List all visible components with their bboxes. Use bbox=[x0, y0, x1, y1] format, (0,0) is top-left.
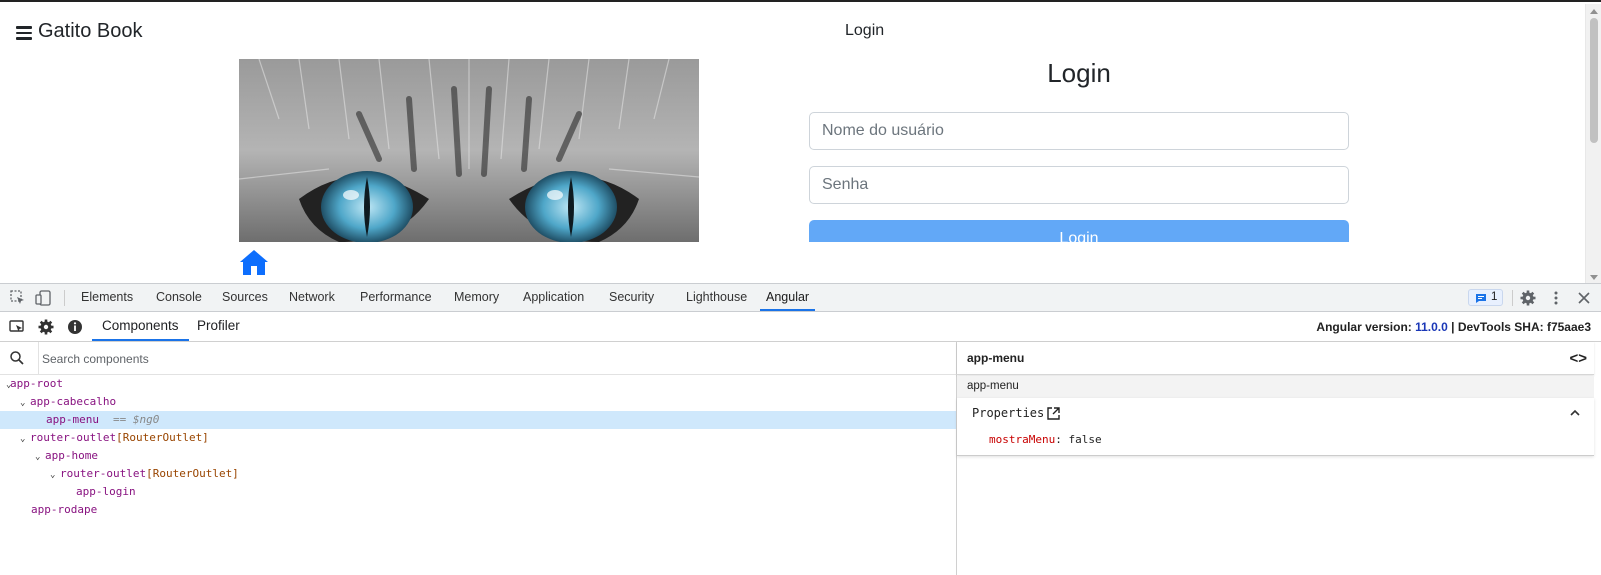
device-toolbar-icon[interactable] bbox=[35, 289, 53, 307]
angular-toolbar: Components Profiler Angular version: 11.… bbox=[0, 312, 1601, 342]
version-number: 11.0.0 bbox=[1415, 320, 1448, 334]
angular-settings-icon[interactable] bbox=[37, 318, 55, 336]
devtools-tabbar: Elements Console Sources Network Perform… bbox=[0, 284, 1601, 312]
expand-caret-icon[interactable]: ⌄ bbox=[50, 466, 60, 484]
home-icon-link[interactable] bbox=[239, 248, 269, 276]
tree-node-app-menu[interactable]: app-menu == $ng0 bbox=[0, 411, 956, 429]
expand-caret-icon[interactable]: ⌄ bbox=[20, 394, 30, 412]
node-name: app-rodape bbox=[31, 503, 98, 516]
scrollbar-thumb[interactable] bbox=[1590, 18, 1598, 143]
property-key: mostraMenu bbox=[989, 433, 1056, 446]
open-in-new-icon[interactable] bbox=[1046, 406, 1061, 421]
issues-badge[interactable]: 1 bbox=[1468, 289, 1503, 306]
issues-count: 1 bbox=[1491, 291, 1498, 303]
tab-sources[interactable]: Sources bbox=[216, 284, 274, 311]
node-directive: [RouterOutlet] bbox=[116, 431, 209, 444]
inspect-element-icon[interactable] bbox=[9, 289, 27, 307]
search-divider bbox=[38, 342, 39, 375]
tree-node-app-rodape[interactable]: app-rodape bbox=[0, 501, 956, 519]
property-row[interactable]: mostraMenu: false bbox=[989, 433, 1102, 446]
collapse-chevron-icon[interactable] bbox=[1568, 406, 1582, 420]
info-icon[interactable] bbox=[66, 318, 84, 336]
tab-elements[interactable]: Elements bbox=[75, 284, 139, 311]
component-search-bar bbox=[0, 342, 957, 375]
message-icon bbox=[1476, 294, 1486, 303]
expand-caret-icon[interactable]: ⌄ bbox=[20, 430, 30, 448]
password-input[interactable] bbox=[809, 166, 1349, 204]
tab-memory[interactable]: Memory bbox=[448, 284, 505, 311]
tab-security[interactable]: Security bbox=[603, 284, 660, 311]
tree-node-app-cabecalho[interactable]: ⌄ app-cabecalho bbox=[0, 393, 956, 411]
tabbar-separator bbox=[1512, 290, 1513, 306]
properties-pane: app-menu <> app-menu Properties mostraMe… bbox=[957, 342, 1601, 575]
node-name: router-outlet bbox=[60, 467, 147, 480]
component-subheader: app-menu bbox=[957, 376, 1594, 398]
tab-profiler[interactable]: Profiler bbox=[187, 312, 250, 341]
node-name: app-root bbox=[10, 377, 63, 390]
angular-version-info: Angular version: 11.0.0 | DevTools SHA: … bbox=[1316, 320, 1591, 334]
more-options-icon[interactable] bbox=[1547, 289, 1565, 307]
close-icon[interactable] bbox=[1575, 289, 1593, 307]
ng0-reference: == $ng0 bbox=[112, 413, 160, 426]
properties-section: Properties mostraMenu: false bbox=[957, 398, 1594, 456]
tab-performance[interactable]: Performance bbox=[354, 284, 438, 311]
tab-components[interactable]: Components bbox=[92, 312, 189, 341]
node-name: app-cabecalho bbox=[30, 395, 117, 408]
login-heading: Login bbox=[1047, 58, 1111, 88]
tree-node-router-outlet[interactable]: ⌄ router-outlet[RouterOutlet] bbox=[0, 429, 956, 447]
page-fold bbox=[0, 242, 1585, 283]
cat-image bbox=[239, 59, 699, 242]
brand-title[interactable]: Gatito Book bbox=[38, 20, 143, 43]
properties-header: app-menu <> bbox=[957, 342, 1594, 375]
node-name: app-menu bbox=[46, 413, 99, 426]
tree-node-app-login[interactable]: app-login bbox=[0, 483, 956, 501]
tree-node-app-root[interactable]: ⌄app-root bbox=[0, 375, 956, 393]
view-source-icon[interactable]: <> bbox=[1569, 350, 1587, 367]
tab-application[interactable]: Application bbox=[517, 284, 590, 311]
devtools-panel: Elements Console Sources Network Perform… bbox=[0, 283, 1601, 575]
inspect-component-icon[interactable] bbox=[8, 318, 26, 336]
component-tree: ⌄app-root ⌄ app-cabecalho app-menu == $ng0… bbox=[0, 375, 957, 575]
tabbar-separator bbox=[64, 290, 65, 306]
tab-angular[interactable]: Angular bbox=[760, 284, 816, 311]
header-title: Login bbox=[845, 22, 885, 39]
expand-caret-icon[interactable]: ⌄ bbox=[0, 376, 11, 394]
search-components-input[interactable] bbox=[42, 349, 642, 369]
node-name: router-outlet bbox=[30, 431, 117, 444]
scroll-up-icon[interactable] bbox=[1590, 9, 1598, 14]
tab-console[interactable]: Console bbox=[150, 284, 208, 311]
search-icon bbox=[9, 350, 27, 368]
devtools-sha: | DevTools SHA: f75aae3 bbox=[1447, 320, 1591, 334]
node-name: app-home bbox=[45, 449, 98, 462]
properties-label[interactable]: Properties bbox=[972, 406, 1044, 420]
tree-node-app-home[interactable]: ⌄ app-home bbox=[0, 447, 956, 465]
tree-node-router-outlet-nested[interactable]: ⌄ router-outlet[RouterOutlet] bbox=[0, 465, 956, 483]
node-directive: [RouterOutlet] bbox=[146, 467, 239, 480]
version-label: Angular version: bbox=[1316, 320, 1416, 334]
scroll-down-icon[interactable] bbox=[1590, 275, 1598, 280]
page-scrollbar[interactable] bbox=[1585, 4, 1601, 283]
property-colon: : bbox=[1055, 433, 1069, 446]
page-viewport: Gatito Book Login Login Nome do usuário … bbox=[0, 0, 1601, 283]
hamburger-menu-icon[interactable] bbox=[16, 26, 32, 40]
username-input[interactable] bbox=[809, 112, 1349, 150]
expand-caret-icon[interactable]: ⌄ bbox=[35, 448, 45, 466]
selected-component-name: app-menu bbox=[967, 351, 1025, 365]
settings-gear-icon[interactable] bbox=[1519, 289, 1537, 307]
property-value[interactable]: false bbox=[1068, 433, 1101, 446]
tab-network[interactable]: Network bbox=[283, 284, 341, 311]
node-name: app-login bbox=[76, 485, 136, 498]
tab-lighthouse[interactable]: Lighthouse bbox=[680, 284, 753, 311]
